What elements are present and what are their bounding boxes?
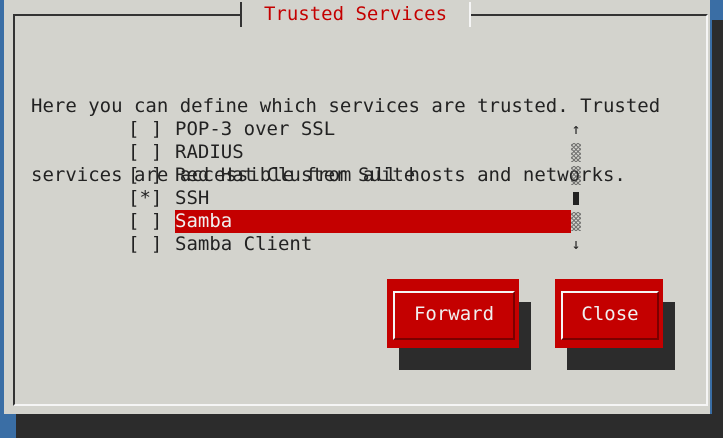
close-button-label: Close — [561, 291, 659, 340]
service-item-samba-client[interactable]: [ ] Samba Client — [128, 233, 583, 256]
dialog-title-box: Trusted Services — [240, 2, 471, 27]
service-item-red-hat-cluster-suite[interactable]: [ ] Red Hat Cluster Suite — [128, 164, 583, 187]
list-scrollbar[interactable]: ↑ ↓ — [569, 118, 583, 256]
forward-button-label: Forward — [393, 291, 515, 340]
service-item-pop3-ssl[interactable]: [ ] POP-3 over SSL — [128, 118, 583, 141]
dialog-shadow — [16, 414, 723, 438]
scroll-up-arrow-icon[interactable]: ↑ — [569, 118, 583, 141]
service-label: RADIUS — [175, 141, 244, 163]
close-button[interactable]: Close — [555, 279, 663, 348]
scrollbar-track[interactable] — [569, 210, 583, 233]
service-item-radius[interactable]: [ ] RADIUS — [128, 141, 583, 164]
service-checkbox[interactable]: [ ] — [128, 233, 162, 256]
service-item-samba[interactable]: [ ] Samba — [128, 210, 583, 233]
service-checkbox[interactable]: [ ] — [128, 141, 162, 164]
service-checkbox[interactable]: [*] — [128, 187, 162, 210]
service-label: Samba Client — [175, 233, 313, 255]
service-list[interactable]: [ ] POP-3 over SSL [ ] RADIUS [ ] Red Ha… — [128, 118, 583, 256]
service-label: POP-3 over SSL — [175, 118, 336, 140]
service-label: Red Hat Cluster Suite — [175, 164, 416, 186]
scroll-down-arrow-icon[interactable]: ↓ — [569, 233, 583, 256]
scrollbar-track[interactable] — [569, 164, 583, 187]
dialog-title: Trusted Services — [263, 3, 448, 25]
service-item-ssh[interactable]: [*] SSH — [128, 187, 583, 210]
service-label: SSH — [175, 187, 210, 209]
forward-button[interactable]: Forward — [387, 279, 519, 348]
scrollbar-thumb[interactable] — [569, 187, 583, 210]
service-label: Samba — [175, 210, 571, 233]
service-checkbox[interactable]: [ ] — [128, 118, 162, 141]
scrollbar-track[interactable] — [569, 141, 583, 164]
trusted-services-dialog: Trusted Services Here you can define whi… — [4, 0, 710, 414]
intro-line-1: Here you can define which services are t… — [31, 95, 661, 117]
dialog-shadow-right — [712, 20, 723, 438]
service-checkbox[interactable]: [ ] — [128, 164, 162, 187]
service-checkbox[interactable]: [ ] — [128, 210, 162, 233]
